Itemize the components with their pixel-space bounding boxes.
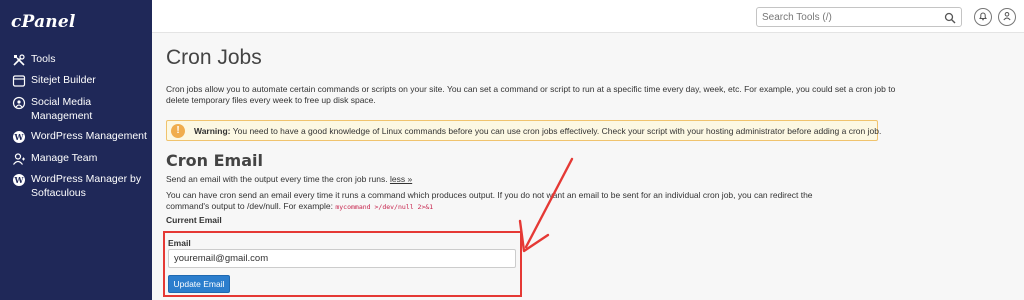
warning-label: Warning: (194, 126, 231, 136)
sidebar-item-wordpress-management[interactable]: W WordPress Management (12, 129, 152, 144)
warning-banner: ! Warning: You need to have a good knowl… (166, 120, 881, 141)
cron-email-details: You can have cron send an email every ti… (166, 190, 846, 213)
wordpress-icon: W (12, 130, 26, 144)
sidebar-item-manage-team[interactable]: Manage Team (12, 151, 152, 166)
annotation-arrow (518, 157, 574, 253)
sidebar-item-label: Sitejet Builder (31, 74, 96, 86)
notifications-button[interactable] (974, 8, 992, 26)
sidebar-item-label: Social Media Management (31, 96, 93, 122)
page-title: Cron Jobs (166, 46, 262, 69)
sidebar-item-label: WordPress Management (31, 130, 147, 142)
update-email-button[interactable]: Update Email (168, 275, 230, 293)
current-email-label: Current Email (166, 215, 222, 225)
sidebar: cPanel Tools Sitejet Builder Social Medi… (0, 0, 152, 300)
details-text: You can have cron send an email every ti… (166, 190, 813, 211)
sidebar-item-sitejet-builder[interactable]: Sitejet Builder (12, 73, 152, 88)
section-title: Cron Email (166, 151, 263, 170)
warning-message: You need to have a good knowledge of Lin… (232, 126, 882, 136)
main-content: Cron Jobs Cron jobs allow you to automat… (152, 33, 1024, 300)
top-bar (152, 0, 1024, 33)
wordpress-icon: W (12, 173, 26, 187)
email-field[interactable] (168, 249, 516, 268)
cpanel-logo[interactable]: cPanel (11, 12, 76, 32)
user-icon (1002, 8, 1012, 26)
search-box (756, 7, 962, 27)
social-media-icon (12, 96, 26, 110)
warning-text: Warning: You need to have a good knowled… (194, 126, 881, 136)
email-form-highlight: Email Update Email (163, 231, 522, 297)
sidebar-item-wordpress-manager-softaculous[interactable]: W WordPress Manager by Softaculous (12, 172, 152, 200)
manage-team-icon (12, 152, 26, 166)
less-link[interactable]: less » (390, 174, 412, 184)
tools-icon (12, 53, 26, 67)
sidebar-item-label: Tools (31, 53, 56, 65)
email-label: Email (168, 238, 191, 248)
description-text: Send an email with the output every time… (166, 174, 388, 184)
svg-text:W: W (14, 175, 25, 185)
search-icon[interactable] (944, 11, 956, 24)
warning-icon: ! (171, 124, 185, 138)
sidebar-item-tools[interactable]: Tools (12, 52, 152, 67)
intro-text: Cron jobs allow you to automate certain … (166, 84, 896, 105)
sidebar-item-social-media-management[interactable]: Social Media Management (12, 95, 152, 123)
user-button[interactable] (998, 8, 1016, 26)
sidebar-item-label: Manage Team (31, 152, 98, 164)
sidebar-item-label: WordPress Manager by Softaculous (31, 173, 142, 199)
svg-text:W: W (14, 132, 25, 142)
cron-email-description: Send an email with the output every time… (166, 174, 412, 185)
bell-icon (978, 8, 988, 26)
search-input[interactable] (757, 8, 937, 26)
sitejet-icon (12, 74, 26, 88)
example-code: mycommand >/dev/null 2>&1 (335, 203, 434, 211)
